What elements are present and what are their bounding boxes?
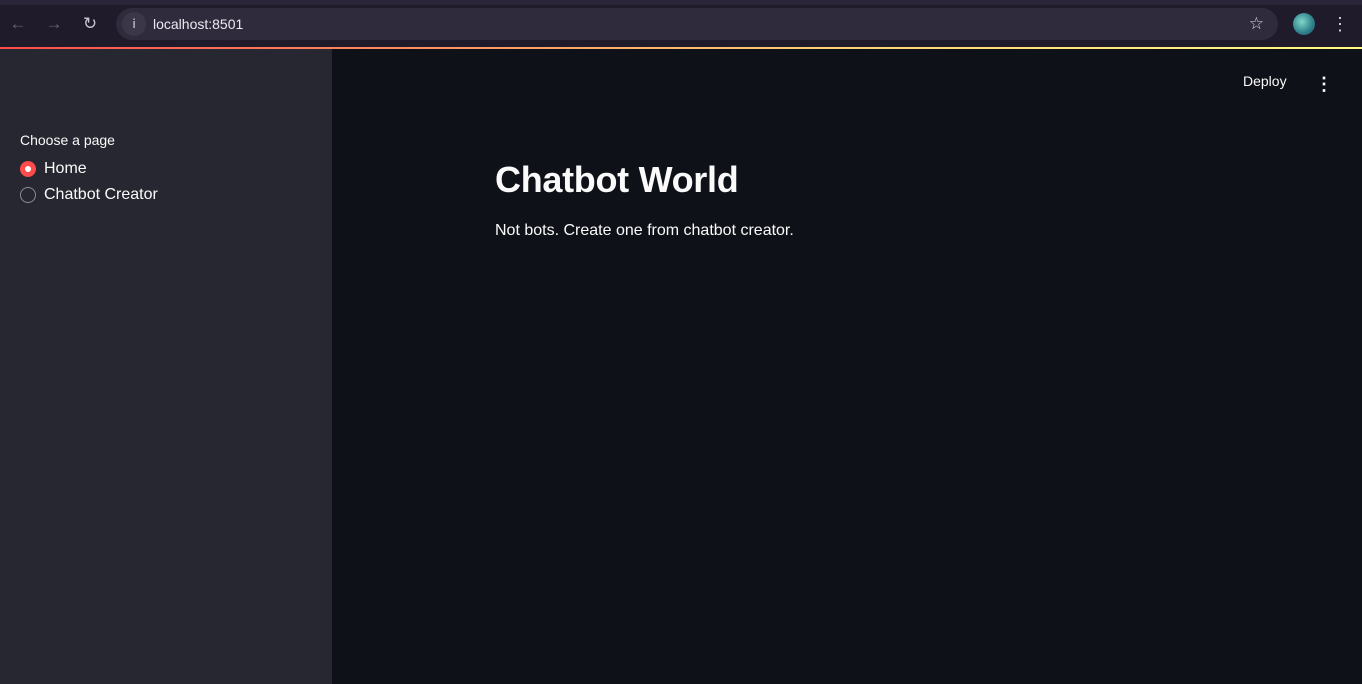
back-arrow-icon[interactable]: ← — [6, 12, 30, 36]
bookmark-star-icon[interactable]: ☆ — [1249, 13, 1264, 35]
main-menu-icon[interactable]: ⋮ — [1314, 73, 1334, 95]
url-text[interactable]: localhost:8501 — [153, 16, 243, 32]
sidebar: Choose a page Home Chatbot Creator — [0, 49, 332, 684]
radio-option-chatbot-creator[interactable]: Chatbot Creator — [20, 184, 158, 206]
radio-option-label[interactable]: Home — [44, 160, 87, 178]
site-info-icon[interactable]: i — [122, 12, 146, 36]
radio-option-label[interactable]: Chatbot Creator — [44, 186, 158, 204]
radio-checked-icon[interactable] — [20, 161, 36, 177]
browser-toolbar: ← → ↻ i localhost:8501 ☆ ⋮ — [0, 0, 1362, 49]
profile-avatar[interactable] — [1293, 13, 1315, 35]
radio-unchecked-icon[interactable] — [20, 187, 36, 203]
deploy-button[interactable]: Deploy — [1243, 73, 1287, 89]
page-radio-label: Choose a page — [20, 132, 115, 148]
forward-arrow-icon[interactable]: → — [42, 12, 66, 36]
page-message: Not bots. Create one from chatbot creato… — [495, 222, 794, 239]
main-content: Deploy ⋮ Chatbot World Not bots. Create … — [332, 49, 1362, 684]
page-title: Chatbot World — [495, 159, 739, 200]
reload-icon[interactable]: ↻ — [78, 12, 102, 36]
radio-option-home[interactable]: Home — [20, 158, 87, 180]
address-bar[interactable]: i localhost:8501 ☆ — [116, 8, 1278, 40]
tab-strip — [0, 0, 1362, 5]
browser-menu-icon[interactable]: ⋮ — [1330, 12, 1350, 36]
